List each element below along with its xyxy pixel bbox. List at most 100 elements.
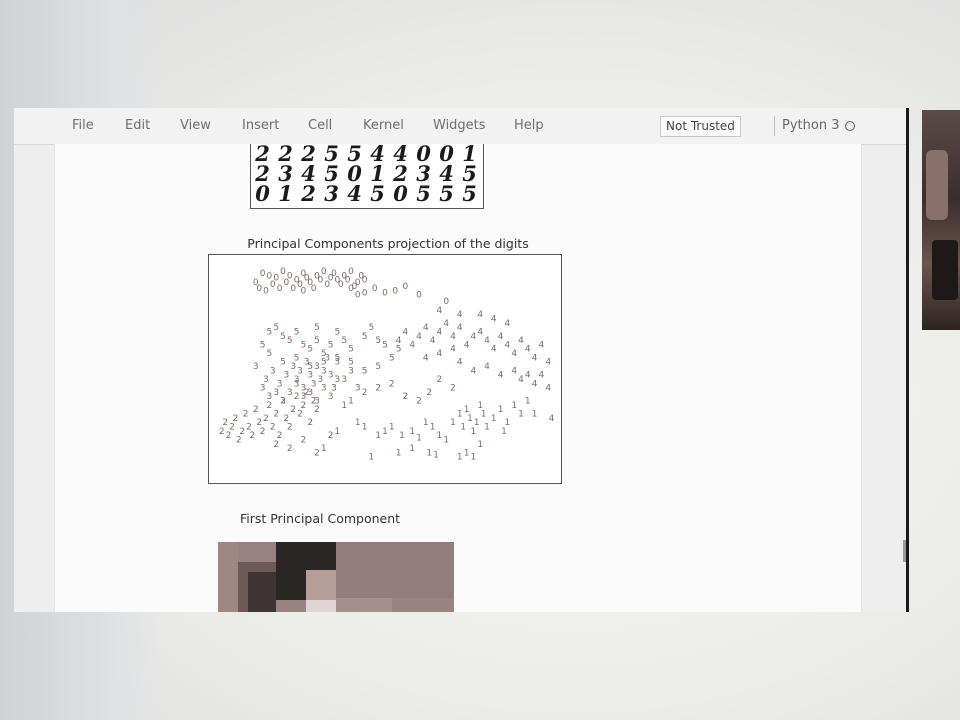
scatter-point-digit-1: 1	[409, 444, 415, 454]
scatter-point-digit-4: 4	[403, 327, 409, 337]
menu-help[interactable]: Help	[514, 118, 544, 133]
menu-kernel[interactable]: Kernel	[363, 118, 404, 133]
scatter-point-digit-4: 4	[457, 358, 463, 368]
scatter-point-digit-2: 2	[267, 401, 273, 411]
scatter-point-digit-2: 2	[222, 418, 228, 428]
scatter-point-digit-5: 5	[335, 353, 341, 363]
scatter-point-digit-4: 4	[471, 332, 477, 342]
scatter-point-digit-0: 0	[355, 291, 361, 301]
kernel-idle-icon	[845, 121, 855, 131]
digits-image-grid: 2225544001 2345012345 0123450555	[250, 144, 484, 209]
scatter-point-digit-2: 2	[263, 414, 269, 424]
scatter-point-digit-1: 1	[505, 418, 511, 428]
digit-cell: 0	[255, 181, 270, 206]
scatter-point-digit-4: 4	[498, 371, 504, 381]
scatter-point-digit-1: 1	[443, 435, 449, 445]
scatter-point-digit-4: 4	[416, 332, 422, 342]
menu-edit[interactable]: Edit	[125, 118, 150, 133]
scatter-point-digit-3: 3	[314, 397, 320, 407]
scatter-point-digit-4: 4	[423, 353, 429, 363]
scatter-point-digit-2: 2	[229, 423, 235, 433]
scatter-point-digit-5: 5	[375, 336, 381, 346]
scatter-point-digit-0: 0	[338, 280, 344, 290]
scatter-point-digit-5: 5	[267, 349, 273, 359]
scatter-point-digit-4: 4	[532, 353, 538, 363]
menu-widgets[interactable]: Widgets	[433, 118, 486, 133]
scatter-point-digit-1: 1	[464, 448, 470, 458]
webcam-figure	[926, 150, 948, 220]
scatter-point-digit-2: 2	[314, 405, 320, 415]
scatter-point-digit-2: 2	[273, 440, 279, 450]
component-pixel-block	[306, 570, 336, 600]
scatter-point-digit-2: 2	[389, 379, 395, 389]
scatter-point-digit-2: 2	[236, 435, 242, 445]
scatter-point-digit-3: 3	[307, 388, 313, 398]
scatter-point-digit-5: 5	[375, 362, 381, 372]
scatter-point-digit-1: 1	[477, 440, 483, 450]
scatter-point-digit-1: 1	[409, 427, 415, 437]
scatter-point-digit-5: 5	[314, 336, 320, 346]
scatter-point-digit-0: 0	[403, 282, 409, 292]
scatter-point-digit-4: 4	[437, 306, 443, 316]
scatter-point-digit-5: 5	[348, 345, 354, 355]
scatter-point-digit-5: 5	[369, 323, 375, 333]
scatter-point-digit-5: 5	[294, 353, 300, 363]
scatter-point-digit-1: 1	[382, 427, 388, 437]
scatter-point-digit-5: 5	[341, 336, 347, 346]
scatter-point-digit-2: 2	[362, 388, 368, 398]
scatter-point-digit-5: 5	[280, 332, 286, 342]
webcam-overlay	[922, 110, 960, 330]
menu-file[interactable]: File	[72, 118, 94, 133]
scatter-point-digit-4: 4	[430, 336, 436, 346]
scatter-point-digit-4: 4	[477, 310, 483, 320]
scatter-point-digit-2: 2	[287, 444, 293, 454]
scatter-point-digit-0: 0	[318, 276, 324, 286]
scatter-point-digit-1: 1	[348, 397, 354, 407]
scatter-point-digit-5: 5	[348, 358, 354, 368]
scatter-point-digit-3: 3	[290, 362, 296, 372]
scatter-point-digit-0: 0	[301, 286, 307, 296]
scatter-point-digit-1: 1	[321, 444, 327, 454]
scatter-point-digit-5: 5	[267, 327, 273, 337]
menu-cell[interactable]: Cell	[308, 118, 332, 133]
scatter-point-digit-5: 5	[396, 345, 402, 355]
scatter-point-digit-1: 1	[511, 401, 517, 411]
not-trusted-button[interactable]: Not Trusted	[660, 116, 741, 137]
scatter-point-digit-1: 1	[484, 423, 490, 433]
scatter-point-digit-1: 1	[471, 427, 477, 437]
component-pixel-block	[218, 542, 238, 612]
scatter-point-digit-3: 3	[294, 379, 300, 389]
scrollbar-thumb[interactable]	[903, 540, 906, 562]
scatter-point-digit-3: 3	[297, 366, 303, 376]
menu-bar: File Edit View Insert Cell Kernel Widget…	[14, 108, 908, 145]
scatter-point-digit-2: 2	[301, 401, 307, 411]
notebook-output-area[interactable]: 2225544001 2345012345 0123450555 Princip…	[54, 144, 862, 612]
scatter-point-digit-3: 3	[328, 371, 334, 381]
scatter-point-digit-5: 5	[280, 358, 286, 368]
scatter-point-digit-1: 1	[491, 414, 497, 424]
scatter-point-digit-5: 5	[287, 336, 293, 346]
kernel-name: Python 3	[782, 118, 840, 133]
scatter-point-digit-3: 3	[341, 375, 347, 385]
scatter-point-digit-0: 0	[277, 284, 283, 294]
scatter-point-digit-3: 3	[267, 392, 273, 402]
scatter-point-digit-0: 0	[284, 278, 290, 288]
scatter-point-digit-0: 0	[362, 289, 368, 299]
menu-separator	[774, 116, 775, 136]
scatter-point-digit-2: 2	[250, 431, 256, 441]
scatter-point-digit-1: 1	[437, 431, 443, 441]
scatter-point-digit-0: 0	[280, 267, 286, 277]
scatter-point-digit-0: 0	[260, 269, 266, 279]
scatter-point-digit-2: 2	[297, 410, 303, 420]
menu-insert[interactable]: Insert	[242, 118, 279, 133]
scatter-point-digit-1: 1	[525, 397, 531, 407]
scatter-point-digit-4: 4	[471, 366, 477, 376]
scatter-point-digit-0: 0	[372, 284, 378, 294]
scatter-point-digit-1: 1	[467, 414, 473, 424]
scatter-point-digit-3: 3	[335, 375, 341, 385]
scatter-point-digit-4: 4	[525, 371, 531, 381]
scatter-point-digit-4: 4	[491, 345, 497, 355]
menu-view[interactable]: View	[180, 118, 211, 133]
scatter-point-digit-4: 4	[423, 323, 429, 333]
scatter-point-digit-4: 4	[450, 332, 456, 342]
